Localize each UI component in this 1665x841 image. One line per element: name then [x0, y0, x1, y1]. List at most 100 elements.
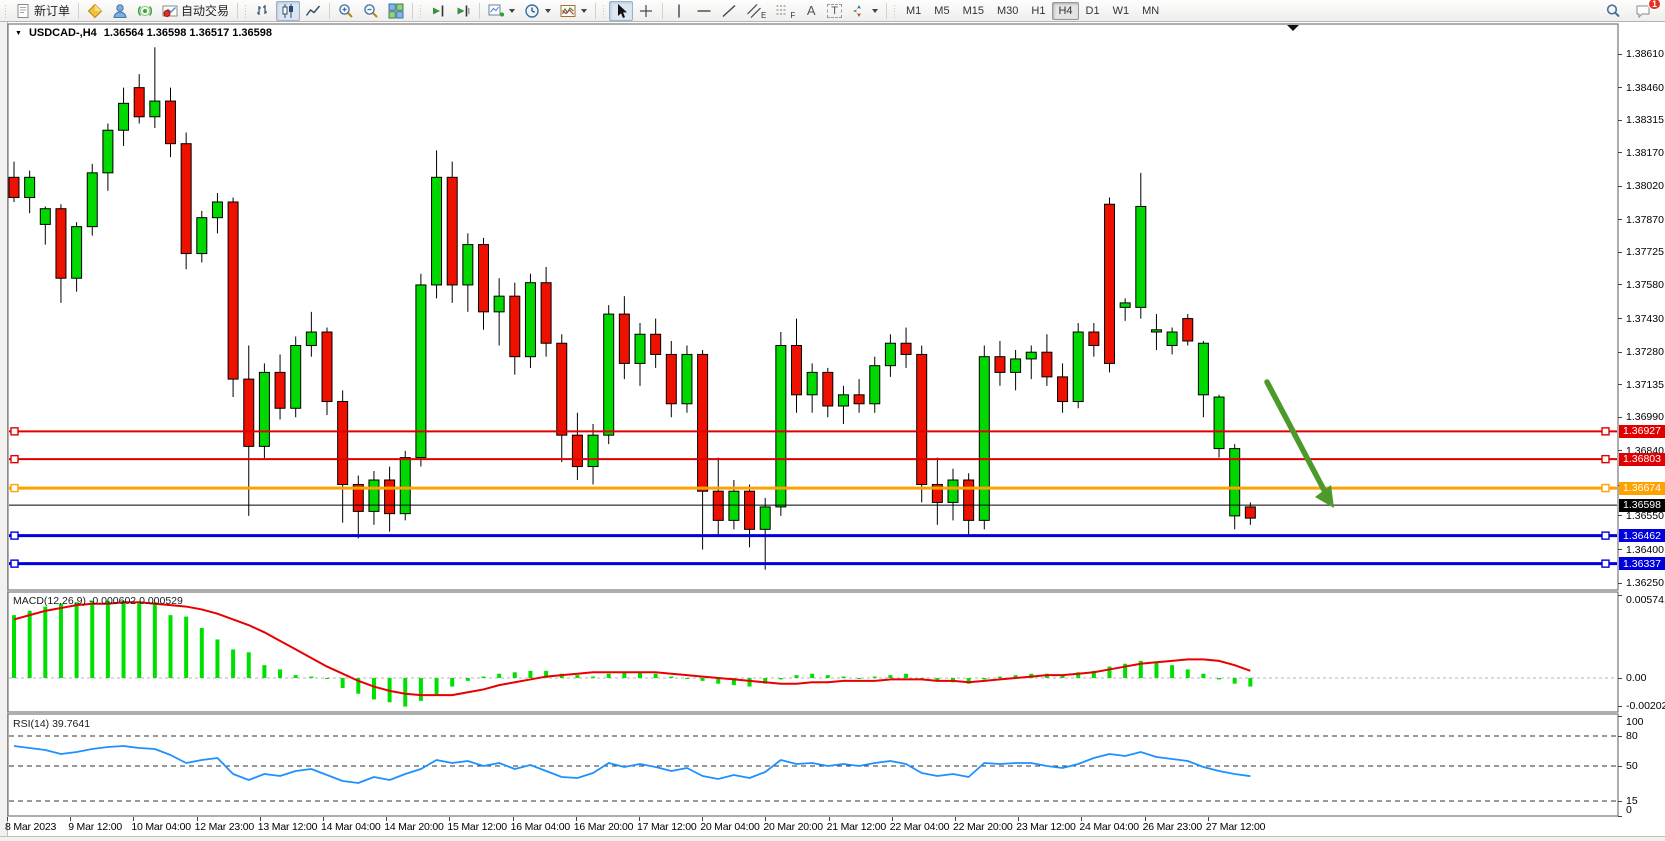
- timeframe-m1-button[interactable]: M1: [900, 2, 927, 20]
- timeframe-toolbar: M1M5M15M30H1H4D1W1MN: [900, 2, 1165, 20]
- time-axis-label: 14 Mar 04:00: [321, 821, 380, 833]
- equidistant-channel-button[interactable]: E: [742, 1, 770, 21]
- auto-scroll-icon: [430, 3, 446, 19]
- horizontal-line-icon: [696, 3, 712, 19]
- auto-trading-button[interactable]: 自动交易: [158, 1, 233, 21]
- tile-windows-button[interactable]: [384, 1, 408, 21]
- chart-overlays: ▼ USDCAD-,H4 1.36564 1.36598 1.36517 1.3…: [0, 0, 1665, 841]
- horizontal-line-button[interactable]: [692, 1, 716, 21]
- price-axis-tick: [1618, 450, 1622, 451]
- bar-chart-button[interactable]: [251, 1, 275, 21]
- fibonacci-button[interactable]: F: [771, 1, 799, 21]
- timeframe-h1-button[interactable]: H1: [1025, 2, 1051, 20]
- macd-axis-label: -0.002027: [1626, 700, 1665, 712]
- channel-label: E: [761, 11, 766, 20]
- new-order-icon: [15, 3, 31, 19]
- zoom-out-icon: [363, 3, 379, 19]
- price-axis-label: 1.36400: [1626, 544, 1664, 556]
- crosshair-icon: [638, 3, 654, 19]
- timeframe-mn-button[interactable]: MN: [1136, 2, 1165, 20]
- rsi-axis-label: 80: [1626, 730, 1638, 742]
- price-axis-tick: [1618, 583, 1622, 584]
- community-button[interactable]: [108, 1, 132, 21]
- separator: [479, 3, 480, 19]
- price-level-badge: 1.36927: [1619, 425, 1665, 438]
- arrows-tool-button[interactable]: [847, 1, 882, 21]
- cursor-button[interactable]: [609, 1, 633, 21]
- price-axis-label: 1.38170: [1626, 147, 1664, 159]
- price-axis-tick: [1618, 120, 1622, 121]
- notifications-button[interactable]: 1: [1631, 1, 1655, 21]
- zoom-out-button[interactable]: [359, 1, 383, 21]
- toolbar-grip[interactable]: [419, 4, 423, 18]
- indicators-button[interactable]: [556, 1, 591, 21]
- price-axis-tick: [1618, 318, 1622, 319]
- text-label-glyph: T: [827, 4, 842, 18]
- timeframe-w1-button[interactable]: W1: [1107, 2, 1136, 20]
- price-axis-tick: [1618, 54, 1622, 55]
- macd-axis-tick: [1618, 678, 1622, 679]
- timeframe-h4-button[interactable]: H4: [1052, 2, 1078, 20]
- price-axis-label: 1.37580: [1626, 279, 1664, 291]
- period-presets-button[interactable]: [520, 1, 555, 21]
- auto-scroll-button[interactable]: [426, 1, 450, 21]
- dropdown-arrow-icon: [872, 9, 878, 13]
- rsi-axis-tick: [1618, 766, 1622, 767]
- toolbar-grip[interactable]: [244, 4, 248, 18]
- rsi-axis-label: 100: [1626, 716, 1644, 728]
- time-axis-label: 16 Mar 04:00: [511, 821, 570, 833]
- search-button[interactable]: [1601, 1, 1625, 21]
- chart-shift-icon: [455, 3, 471, 19]
- text-tool-button[interactable]: A: [800, 1, 822, 21]
- auto-trading-label: 自动交易: [181, 2, 229, 19]
- dropdown-arrow-icon: [509, 9, 515, 13]
- chart-menu-arrow-icon[interactable]: ▼: [15, 30, 22, 37]
- separator: [412, 3, 413, 19]
- chart-shift-button[interactable]: [451, 1, 475, 21]
- timeframe-d1-button[interactable]: D1: [1080, 2, 1106, 20]
- rsi-indicator-label: RSI(14) 39.7641: [13, 718, 90, 730]
- time-axis-label: 17 Mar 12:00: [637, 821, 696, 833]
- timeframe-m5-button[interactable]: M5: [928, 2, 955, 20]
- timeframe-m30-button[interactable]: M30: [991, 2, 1024, 20]
- time-axis-label: 10 Mar 04:00: [131, 821, 190, 833]
- price-axis-tick: [1618, 549, 1622, 550]
- toolbar-grip[interactable]: [4, 4, 8, 18]
- price-axis-tick: [1618, 352, 1622, 353]
- price-axis-label: 1.36550: [1626, 510, 1664, 522]
- rsi-axis-tick: [1618, 736, 1622, 737]
- new-chart-button[interactable]: [484, 1, 519, 21]
- price-level-badge: 1.36803: [1619, 453, 1665, 466]
- toolbar-grip[interactable]: [893, 4, 897, 18]
- dropdown-arrow-icon: [545, 9, 551, 13]
- dropdown-arrow-icon: [581, 9, 587, 13]
- price-axis-tick: [1618, 219, 1622, 220]
- macd-axis-tick: [1618, 706, 1622, 707]
- time-axis-label: 22 Mar 04:00: [890, 821, 949, 833]
- chart-window-title: ▼ USDCAD-,H4 1.36564 1.36598 1.36517 1.3…: [15, 27, 272, 39]
- new-order-button[interactable]: 新订单: [11, 1, 74, 21]
- text-label-button[interactable]: T: [823, 1, 846, 21]
- price-axis-label: 1.38610: [1626, 48, 1664, 60]
- toolbar-grip[interactable]: [602, 4, 606, 18]
- zoom-in-button[interactable]: [334, 1, 358, 21]
- vertical-line-button[interactable]: [667, 1, 691, 21]
- time-axis-label: 20 Mar 04:00: [700, 821, 759, 833]
- timeframe-m15-button[interactable]: M15: [957, 2, 990, 20]
- candlestick-chart-button[interactable]: [276, 1, 300, 21]
- price-axis-tick: [1618, 417, 1622, 418]
- price-axis-tick: [1618, 384, 1622, 385]
- line-chart-icon: [305, 3, 321, 19]
- rsi-axis-label: 0: [1626, 804, 1632, 816]
- price-axis-label: 1.37135: [1626, 379, 1664, 391]
- time-axis-label: 27 Mar 12:00: [1206, 821, 1265, 833]
- price-axis-label: 1.36250: [1626, 577, 1664, 589]
- macd-axis-label: 0.005741: [1626, 594, 1665, 606]
- line-chart-button[interactable]: [301, 1, 325, 21]
- trendline-button[interactable]: [717, 1, 741, 21]
- market-button[interactable]: [83, 1, 107, 21]
- price-level-badge: 1.36337: [1619, 557, 1665, 570]
- signals-button[interactable]: [133, 1, 157, 21]
- crosshair-button[interactable]: [634, 1, 658, 21]
- time-axis-label: 22 Mar 20:00: [953, 821, 1012, 833]
